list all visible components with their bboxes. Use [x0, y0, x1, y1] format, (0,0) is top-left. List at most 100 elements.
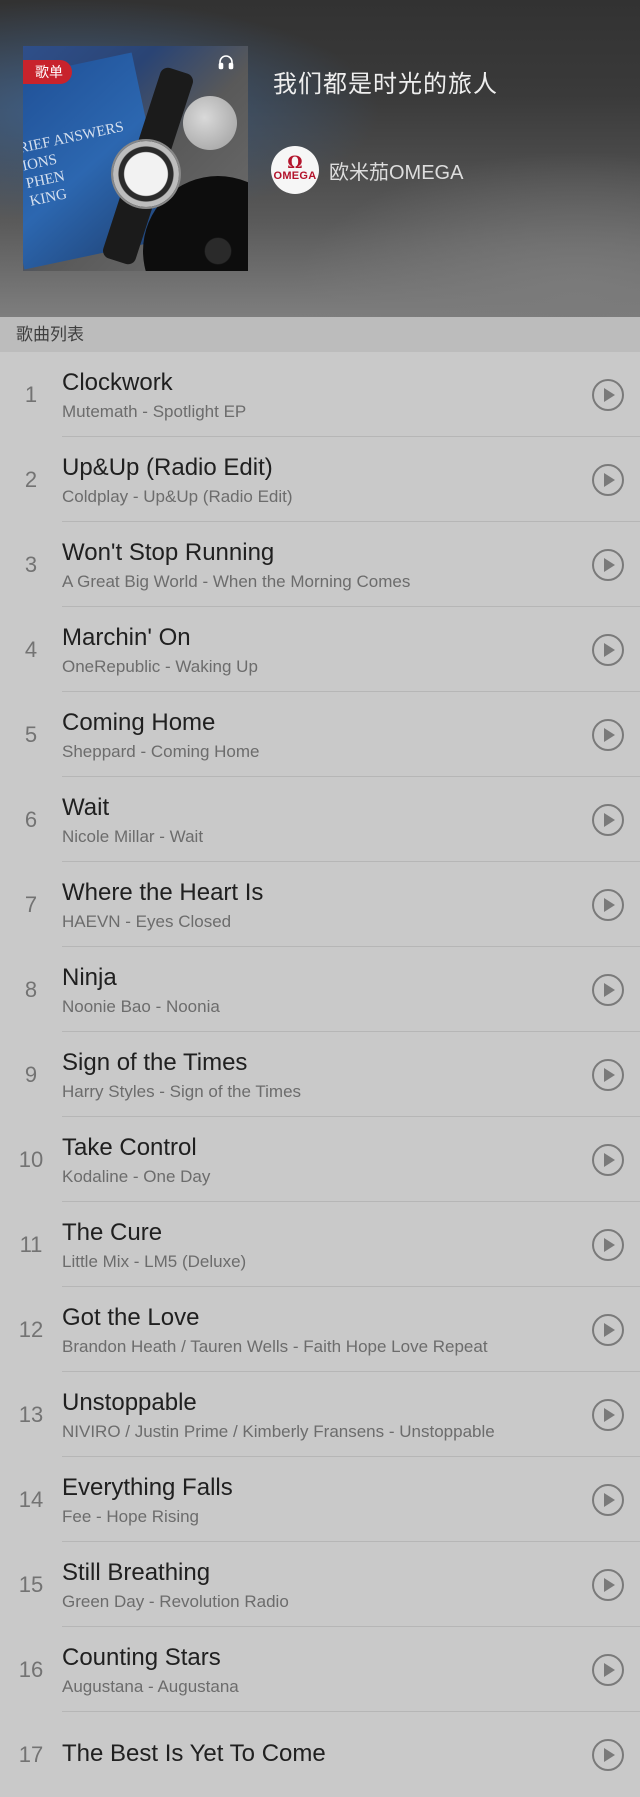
- play-button[interactable]: [592, 1143, 624, 1176]
- song-row[interactable]: 13 Unstoppable NIVIRO / Justin Prime / K…: [0, 1372, 640, 1457]
- headphones-icon: [218, 54, 234, 70]
- song-row[interactable]: 2 Up&Up (Radio Edit) Coldplay - Up&Up (R…: [0, 437, 640, 522]
- omega-logo-word: OMEGA: [273, 170, 317, 182]
- song-row[interactable]: 11 The Cure Little Mix - LM5 (Deluxe): [0, 1202, 640, 1287]
- song-row[interactable]: 14 Everything Falls Fee - Hope Rising: [0, 1457, 640, 1542]
- song-row[interactable]: 5 Coming Home Sheppard - Coming Home: [0, 692, 640, 777]
- play-icon: [604, 472, 615, 487]
- song-info: Coming Home Sheppard - Coming Home: [62, 706, 592, 763]
- song-index: 3: [24, 551, 38, 577]
- song-info: Still Breathing Green Day - Revolution R…: [62, 1556, 592, 1613]
- play-button[interactable]: [592, 1568, 624, 1601]
- play-icon: [604, 1492, 615, 1507]
- play-button[interactable]: [592, 1313, 624, 1346]
- play-icon: [604, 1237, 615, 1252]
- playlist-badge: 歌单: [23, 60, 72, 84]
- play-icon: [604, 1577, 615, 1592]
- song-title: Where the Heart Is: [62, 879, 264, 906]
- song-artist-album: Noonie Bao - Noonia: [62, 997, 220, 1016]
- song-info: Marchin' On OneRepublic - Waking Up: [62, 621, 592, 678]
- play-button[interactable]: [592, 1398, 624, 1431]
- song-row[interactable]: 6 Wait Nicole Millar - Wait: [0, 777, 640, 862]
- play-button[interactable]: [592, 1058, 624, 1091]
- song-info: Sign of the Times Harry Styles - Sign of…: [62, 1046, 592, 1103]
- playlist-title: 我们都是时光的旅人: [273, 71, 498, 98]
- play-icon: [604, 1747, 615, 1762]
- playlist-creator[interactable]: Ω OMEGA 欧米茄OMEGA: [271, 146, 463, 194]
- creator-avatar[interactable]: Ω OMEGA: [271, 146, 319, 194]
- play-button[interactable]: [592, 463, 624, 496]
- song-info: Won't Stop Running A Great Big World - W…: [62, 536, 592, 593]
- playlist-cover[interactable]: RIEF ANSWERS IONS PHEN KING 歌单: [23, 46, 248, 271]
- song-row[interactable]: 4 Marchin' On OneRepublic - Waking Up: [0, 607, 640, 692]
- song-title: Ninja: [62, 964, 117, 991]
- song-row[interactable]: 1 Clockwork Mutemath - Spotlight EP: [0, 352, 640, 437]
- song-row[interactable]: 15 Still Breathing Green Day - Revolutio…: [0, 1542, 640, 1627]
- song-row[interactable]: 16 Counting Stars Augustana - Augustana: [0, 1627, 640, 1712]
- play-button[interactable]: [592, 888, 624, 921]
- song-row[interactable]: 3 Won't Stop Running A Great Big World -…: [0, 522, 640, 607]
- song-artist-album: Coldplay - Up&Up (Radio Edit): [62, 487, 293, 506]
- song-title: Won't Stop Running: [62, 539, 275, 566]
- omega-logo-symbol: Ω: [287, 153, 303, 173]
- song-index: 5: [24, 721, 38, 747]
- song-index: 4: [24, 636, 38, 662]
- play-icon: [604, 1662, 615, 1677]
- song-title: Marchin' On: [62, 624, 191, 651]
- song-info: Counting Stars Augustana - Augustana: [62, 1641, 592, 1698]
- play-button[interactable]: [592, 1653, 624, 1686]
- song-title: Unstoppable: [62, 1389, 197, 1416]
- song-artist-album: Fee - Hope Rising: [62, 1507, 200, 1526]
- play-icon: [604, 982, 615, 997]
- cover-watch-image: [113, 141, 179, 207]
- song-info: Up&Up (Radio Edit) Coldplay - Up&Up (Rad…: [62, 451, 592, 508]
- song-index: 10: [18, 1146, 44, 1172]
- play-icon: [604, 1152, 615, 1167]
- song-artist-album: HAEVN - Eyes Closed: [62, 912, 232, 931]
- song-row[interactable]: 17 The Best Is Yet To Come: [0, 1712, 640, 1797]
- play-button[interactable]: [592, 718, 624, 751]
- playlist-header: RIEF ANSWERS IONS PHEN KING 歌单 我们都是时光的旅人…: [0, 0, 640, 317]
- song-index: 7: [24, 891, 38, 917]
- song-title: Up&Up (Radio Edit): [62, 454, 273, 481]
- song-index: 14: [18, 1486, 44, 1512]
- creator-name[interactable]: 欧米茄OMEGA: [329, 156, 463, 185]
- song-row[interactable]: 7 Where the Heart Is HAEVN - Eyes Closed: [0, 862, 640, 947]
- play-button[interactable]: [592, 1228, 624, 1261]
- play-icon: [604, 727, 615, 742]
- song-row[interactable]: 9 Sign of the Times Harry Styles - Sign …: [0, 1032, 640, 1117]
- play-icon: [604, 387, 615, 402]
- song-info: Where the Heart Is HAEVN - Eyes Closed: [62, 876, 592, 933]
- song-title: The Cure: [62, 1219, 163, 1246]
- song-title: Sign of the Times: [62, 1049, 248, 1076]
- song-info: Got the Love Brandon Heath / Tauren Well…: [62, 1301, 592, 1358]
- play-button[interactable]: [592, 378, 624, 411]
- play-icon: [604, 897, 615, 912]
- song-artist-album: Sheppard - Coming Home: [62, 742, 260, 761]
- song-artist-album: Kodaline - One Day: [62, 1167, 211, 1186]
- song-info: Ninja Noonie Bao - Noonia: [62, 961, 592, 1018]
- song-artist-album: NIVIRO / Justin Prime / Kimberly Fransen…: [62, 1422, 495, 1441]
- song-index: 12: [18, 1316, 44, 1342]
- song-info: Take Control Kodaline - One Day: [62, 1131, 592, 1188]
- play-button[interactable]: [592, 803, 624, 836]
- song-index: 6: [24, 806, 38, 832]
- play-button[interactable]: [592, 1483, 624, 1516]
- play-button[interactable]: [592, 1738, 624, 1771]
- song-artist-album: Brandon Heath / Tauren Wells - Faith Hop…: [62, 1337, 488, 1356]
- play-button[interactable]: [592, 633, 624, 666]
- song-index: 15: [18, 1571, 44, 1597]
- song-list: 1 Clockwork Mutemath - Spotlight EP 2 Up…: [0, 352, 640, 1797]
- song-index: 13: [18, 1401, 44, 1427]
- song-index: 11: [19, 1231, 43, 1257]
- play-icon: [604, 1407, 615, 1422]
- song-artist-album: OneRepublic - Waking Up: [62, 657, 258, 676]
- song-row[interactable]: 12 Got the Love Brandon Heath / Tauren W…: [0, 1287, 640, 1372]
- play-button[interactable]: [592, 973, 624, 1006]
- song-row[interactable]: 10 Take Control Kodaline - One Day: [0, 1117, 640, 1202]
- play-icon: [604, 1322, 615, 1337]
- song-title: Take Control: [62, 1134, 197, 1161]
- play-button[interactable]: [592, 548, 624, 581]
- song-row[interactable]: 8 Ninja Noonie Bao - Noonia: [0, 947, 640, 1032]
- song-info: Everything Falls Fee - Hope Rising: [62, 1471, 592, 1528]
